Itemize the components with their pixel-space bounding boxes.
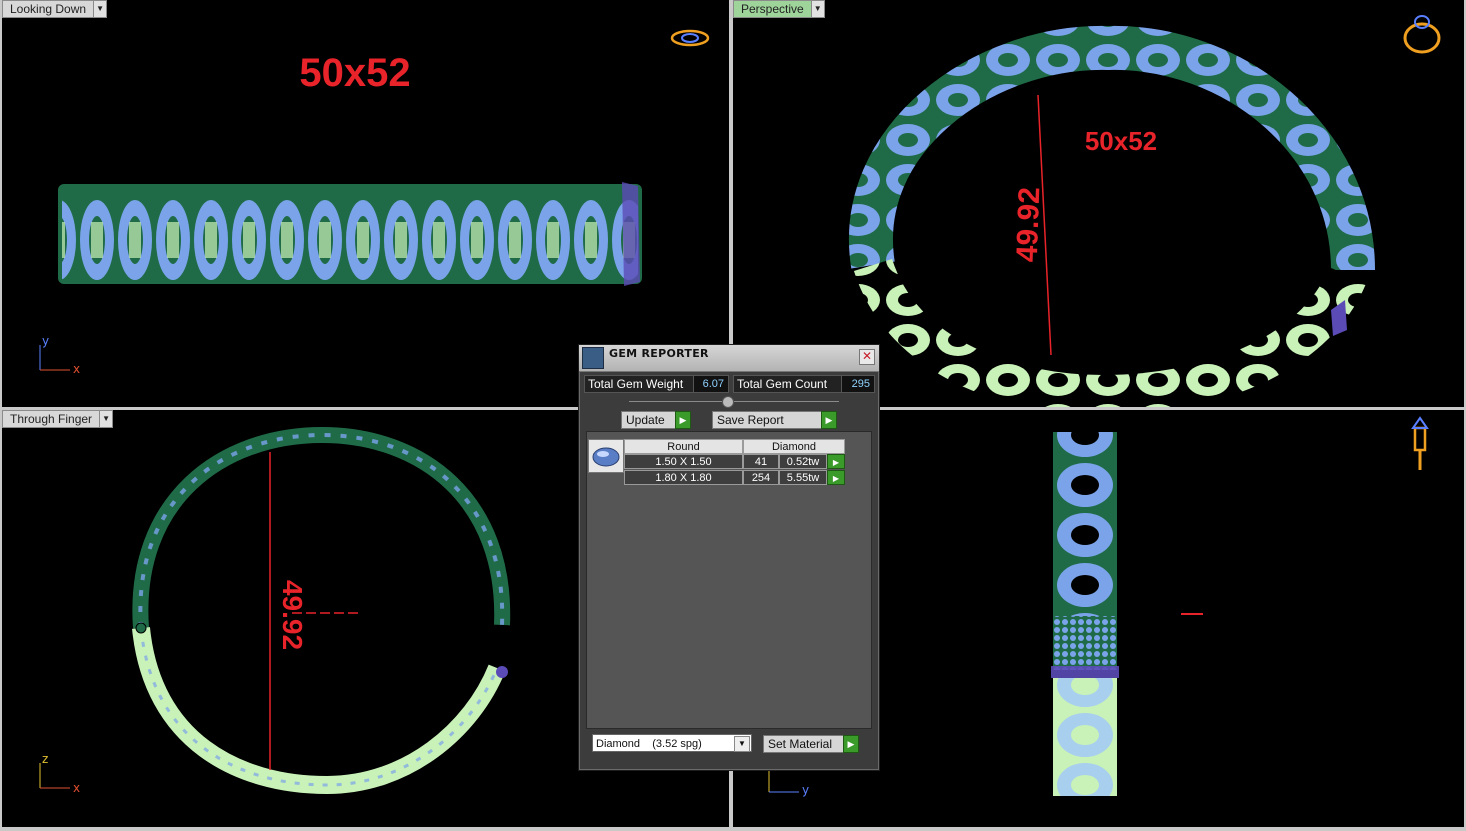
total-gem-weight-value: 6.07 <box>693 375 729 393</box>
play-arrow-icon[interactable]: ▶ <box>675 411 691 429</box>
gem-table-panel: Round Diamond 1.50 X 1.50 41 0.52tw ▶ 1.… <box>586 431 872 729</box>
bracelet-top-section <box>1053 432 1117 616</box>
save-report-button-label: Save Report <box>717 413 784 427</box>
round-gem-icon <box>592 447 620 467</box>
bracelet-lower-links <box>853 258 1367 407</box>
dimension-label: 50x52 <box>299 51 410 95</box>
bracelet-side-view <box>60 186 640 282</box>
play-arrow-icon[interactable]: ▶ <box>843 735 859 753</box>
table-header-shape: Round <box>624 439 743 454</box>
axis-gizmo: z x <box>39 752 80 795</box>
svg-text:z: z <box>42 752 48 766</box>
svg-text:y: y <box>802 783 809 797</box>
table-cell-count: 41 <box>743 454 779 469</box>
gem-reporter-dialog[interactable]: GEM REPORTER ✕ Total Gem Weight 6.07 Tot… <box>578 344 880 771</box>
bracelet-upper-arc <box>132 426 511 629</box>
total-gem-count-value: 295 <box>841 375 875 393</box>
set-material-button-label: Set Material <box>768 737 833 751</box>
dialog-title-bar[interactable]: GEM REPORTER ✕ <box>579 345 879 372</box>
material-select-value: Diamond (3.52 spg) <box>596 738 702 750</box>
update-button[interactable]: Update ▶ <box>621 411 691 429</box>
close-icon[interactable]: ✕ <box>859 349 875 365</box>
table-cell-weight: 5.55tw <box>779 470 827 485</box>
viewport-label-text: Through Finger <box>10 412 93 426</box>
ring-navigation-icon[interactable] <box>1403 15 1441 54</box>
viewport-label-looking-down[interactable]: Looking Down ▼ <box>2 0 108 18</box>
diameter-label: 49.92 <box>1011 187 1047 263</box>
ring-navigation-icon[interactable] <box>670 29 710 47</box>
splitter-knob-icon[interactable] <box>722 396 734 408</box>
svg-text:y: y <box>42 334 49 348</box>
diameter-label: 49.92 <box>277 580 308 650</box>
set-material-button[interactable]: Set Material ▶ <box>763 735 859 753</box>
play-arrow-icon[interactable]: ▶ <box>821 411 837 429</box>
splitter-handle[interactable] <box>629 401 839 402</box>
bracelet-lower-arc <box>132 627 506 795</box>
dialog-title: GEM REPORTER <box>609 347 709 360</box>
clasp-marker <box>622 182 640 286</box>
table-cell-size: 1.80 X 1.80 <box>624 470 743 485</box>
bracelet-bottom-section <box>1053 678 1117 796</box>
update-button-label: Update <box>626 413 665 427</box>
bracelet-upper-links <box>849 25 1375 271</box>
row-select-arrow-icon[interactable]: ▶ <box>827 454 845 469</box>
row-select-arrow-icon[interactable]: ▶ <box>827 470 845 485</box>
dimension-label: 50x52 <box>1085 126 1157 156</box>
table-cell-weight: 0.52tw <box>779 454 827 469</box>
chevron-down-icon[interactable]: ▼ <box>99 411 113 427</box>
viewport-label-text: Perspective <box>741 2 804 16</box>
table-cell-size: 1.50 X 1.50 <box>624 454 743 469</box>
viewport-label-text: Looking Down <box>10 2 87 16</box>
table-header-material: Diamond <box>743 439 845 454</box>
svg-text:x: x <box>73 781 80 795</box>
viewport-label-perspective[interactable]: Perspective ▼ <box>733 0 825 18</box>
material-select[interactable]: Diamond (3.52 spg) ▼ <box>592 734 752 752</box>
gem-reporter-logo-icon <box>582 347 604 369</box>
table-cell-count: 254 <box>743 470 779 485</box>
total-gem-weight-label: Total Gem Weight <box>584 375 696 393</box>
clasp-section <box>1053 616 1117 670</box>
chevron-down-icon[interactable]: ▼ <box>93 1 107 17</box>
axis-gizmo: y x <box>39 334 80 376</box>
chevron-down-icon[interactable]: ▼ <box>734 736 750 752</box>
save-report-button[interactable]: Save Report ▶ <box>712 411 837 429</box>
chevron-down-icon[interactable]: ▼ <box>810 1 824 17</box>
svg-text:x: x <box>73 362 80 376</box>
gem-shape-thumbnail[interactable] <box>588 439 624 473</box>
viewport-label-through-finger[interactable]: Through Finger ▼ <box>2 410 114 428</box>
ring-navigation-icon[interactable] <box>1411 416 1429 470</box>
total-gem-count-label: Total Gem Count <box>733 375 843 393</box>
